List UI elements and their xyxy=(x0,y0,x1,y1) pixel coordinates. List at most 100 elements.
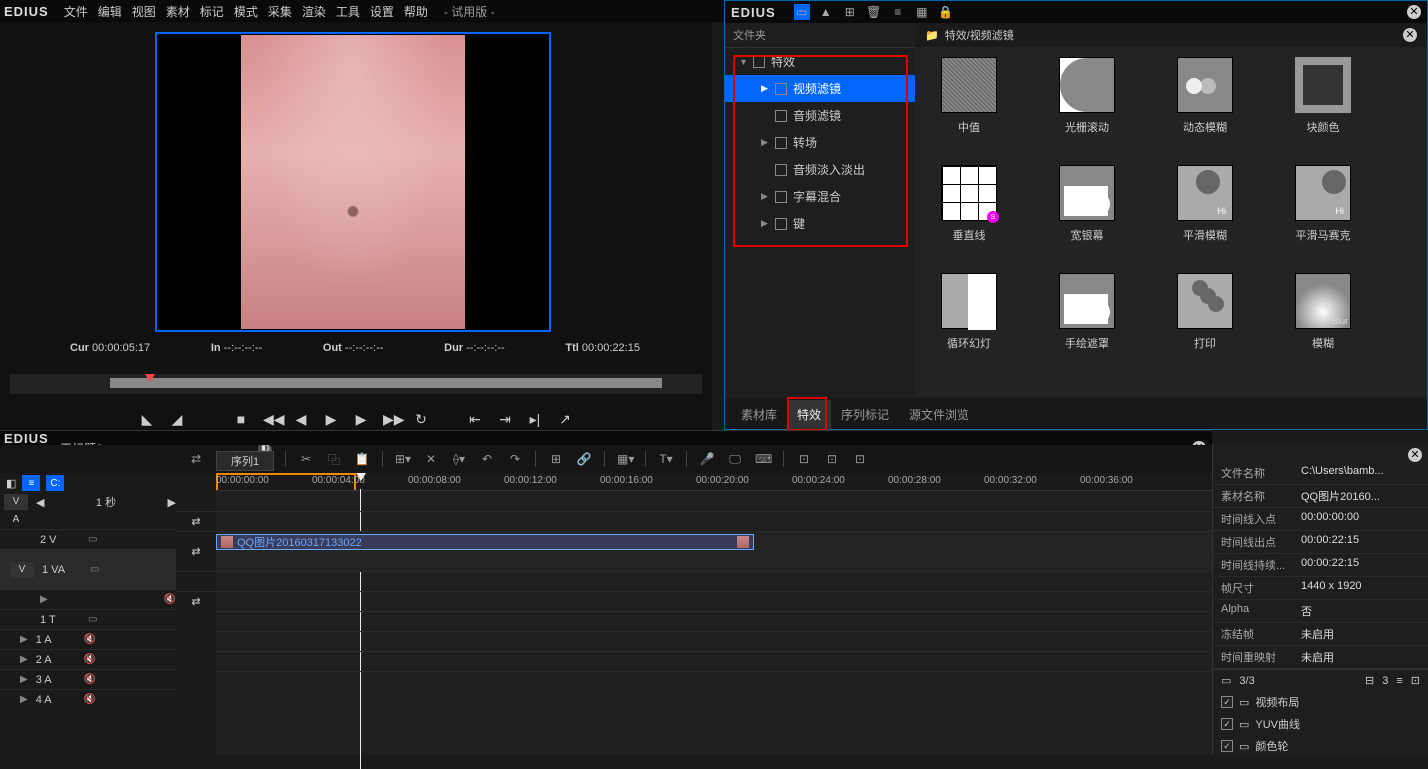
fx-motion-blur[interactable]: 动态模糊 xyxy=(1163,57,1247,135)
link-icon[interactable]: 🔗 xyxy=(576,452,592,466)
folder-new-icon[interactable]: ⊞ xyxy=(842,4,858,20)
fx-widescreen[interactable]: 宽银幕 xyxy=(1045,165,1129,243)
lock-icon[interactable]: 🔒 xyxy=(938,4,954,20)
check-yuv-curve[interactable]: ✓▭YUV曲线 xyxy=(1213,713,1428,735)
timeline-playhead[interactable] xyxy=(356,473,366,481)
more-icon[interactable]: ⊡ xyxy=(1411,674,1420,687)
track-2v[interactable]: 2 V▭ xyxy=(0,529,176,549)
paste-icon[interactable]: 📋 xyxy=(354,452,370,466)
stop-icon[interactable]: ■ xyxy=(233,411,249,427)
zoom-level[interactable]: 1 秒 xyxy=(44,494,167,510)
stack-icon[interactable]: ⊟ xyxy=(1365,674,1374,687)
track-1va[interactable]: V1 VA▭ xyxy=(0,549,176,589)
track-1t[interactable]: 1 T▭ xyxy=(0,609,176,629)
menu-render[interactable]: 渲染 xyxy=(297,3,331,20)
check-video-layout[interactable]: ✓▭视频布局 xyxy=(1213,691,1428,713)
track-2a[interactable]: ▶2 A🔇 xyxy=(0,649,176,669)
fx-vertical-line[interactable]: 垂直线 xyxy=(927,165,1011,243)
timeline-clip[interactable]: QQ图片20160317133022 xyxy=(216,534,754,550)
menu-clip[interactable]: 素材 xyxy=(161,3,195,20)
timeline-canvas[interactable]: 序列1 00:00:00:00 00:00:04:00 00:00:08:00 … xyxy=(216,473,1212,755)
tab-library[interactable]: 素材库 xyxy=(731,400,787,429)
rewind-icon[interactable]: ◀◀ xyxy=(263,411,279,428)
fforward-icon[interactable]: ▶▶ xyxy=(383,411,399,428)
menu-marker[interactable]: 标记 xyxy=(195,3,229,20)
fx-block-color[interactable]: 块颜色 xyxy=(1281,57,1365,135)
goto-icon[interactable]: ▸| xyxy=(527,411,543,428)
tree-root-effects[interactable]: ▼特效 xyxy=(725,48,915,75)
grid-icon[interactable]: ▦ xyxy=(914,4,930,20)
fx-slideshow[interactable]: 循环幻灯 xyxy=(927,273,1011,351)
export2-icon[interactable]: ⊡ xyxy=(824,452,840,466)
sequence-tab[interactable]: 序列1 xyxy=(216,451,274,471)
tree-video-filters[interactable]: ▶视频滤镜 xyxy=(725,75,915,102)
mode-e-icon[interactable]: ≡ xyxy=(22,475,40,491)
set-out-icon[interactable]: ◢ xyxy=(169,411,185,428)
menu-capture[interactable]: 采集 xyxy=(263,3,297,20)
tab-seq-markers[interactable]: 序列标记 xyxy=(831,400,899,429)
up-icon[interactable]: ▲ xyxy=(818,4,834,20)
export-icon[interactable]: ↗ xyxy=(557,411,573,428)
track-4a[interactable]: ▶4 A🔇 xyxy=(0,689,176,709)
keyboard-icon[interactable]: ⌨ xyxy=(755,452,771,466)
snap-icon[interactable]: ◧ xyxy=(6,477,16,490)
mark-in-icon[interactable]: ⇤ xyxy=(467,411,483,428)
tree-transitions[interactable]: ▶转场 xyxy=(725,129,915,156)
fx-smooth-blur[interactable]: 平滑模糊 xyxy=(1163,165,1247,243)
track-3a[interactable]: ▶3 A🔇 xyxy=(0,669,176,689)
track-1a[interactable]: ▶1 A🔇 xyxy=(0,629,176,649)
set-in-icon[interactable]: ◣ xyxy=(139,411,155,428)
play-icon[interactable]: ▶ xyxy=(323,411,339,428)
props-close-icon[interactable]: ✕ xyxy=(1408,448,1422,462)
menu-file[interactable]: 文件 xyxy=(59,3,93,20)
prev-frame-icon[interactable]: ◀ xyxy=(293,411,309,428)
redo-icon[interactable]: ↷ xyxy=(507,452,523,466)
title-icon[interactable]: T▾ xyxy=(658,452,674,466)
tree-keys[interactable]: ▶键 xyxy=(725,210,915,237)
v-patch[interactable]: V xyxy=(4,494,28,510)
tree-audio-fade[interactable]: 音频淡入淡出 xyxy=(725,156,915,183)
preview-viewport[interactable] xyxy=(155,32,551,332)
copy-icon[interactable]: ⿻ xyxy=(326,451,342,468)
scrub-playhead[interactable] xyxy=(145,374,155,382)
menu-tools[interactable]: 工具 xyxy=(331,3,365,20)
menu-view[interactable]: 视图 xyxy=(127,3,161,20)
fx-raster[interactable]: 光栅滚动 xyxy=(1045,57,1129,135)
undo-icon[interactable]: ↶ xyxy=(479,452,495,466)
monitor-icon[interactable]: 🖵 xyxy=(727,452,743,467)
fx-blur[interactable]: 模糊 xyxy=(1281,273,1365,351)
export1-icon[interactable]: ⊡ xyxy=(796,452,812,466)
panel-close-icon[interactable]: ✕ xyxy=(1407,5,1421,19)
split-icon[interactable]: ⟠▾ xyxy=(451,452,467,466)
render-icon[interactable]: ▦▾ xyxy=(617,452,633,466)
fx-hand-mask[interactable]: 手绘遮罩 xyxy=(1045,273,1129,351)
tab-source-browse[interactable]: 源文件浏览 xyxy=(899,400,979,429)
menu-help[interactable]: 帮助 xyxy=(399,3,433,20)
scrub-bar[interactable] xyxy=(10,374,702,394)
a-patch[interactable]: A xyxy=(4,512,28,528)
zoom-prev-icon[interactable]: ◀ xyxy=(36,496,44,509)
paste-insert-icon[interactable]: ⊞▾ xyxy=(395,452,411,466)
tool-switch-icon[interactable]: ⇄ xyxy=(188,452,204,466)
menu-edit[interactable]: 编辑 xyxy=(93,3,127,20)
tree-title-mix[interactable]: ▶字幕混合 xyxy=(725,183,915,210)
folder-icon[interactable]: ▭ xyxy=(794,4,810,20)
menu-mode[interactable]: 模式 xyxy=(229,3,263,20)
export3-icon[interactable]: ⊡ xyxy=(852,452,868,466)
fx-smooth-mosaic[interactable]: 平滑马赛克 xyxy=(1281,165,1365,243)
tab-effects[interactable]: 特效 xyxy=(787,400,831,429)
mode-c-icon[interactable]: C: xyxy=(46,475,64,491)
mark-out-icon[interactable]: ⇥ xyxy=(497,411,513,428)
list-icon[interactable]: ≡ xyxy=(890,4,906,20)
mic-icon[interactable]: 🎤 xyxy=(699,452,715,466)
crumb-close-icon[interactable]: ✕ xyxy=(1403,28,1417,42)
tree-audio-filters[interactable]: 音频滤镜 xyxy=(725,102,915,129)
group-icon[interactable]: ⊞ xyxy=(548,452,564,466)
timeline-ruler[interactable]: 00:00:00:00 00:00:04:00 00:00:08:00 00:0… xyxy=(216,473,1212,491)
next-frame-icon[interactable]: ▶ xyxy=(353,411,369,428)
loop-icon[interactable]: ↻ xyxy=(413,411,429,428)
fx-median[interactable]: 中值 xyxy=(927,57,1011,135)
layers-icon[interactable]: ▭ xyxy=(1221,674,1231,687)
list2-icon[interactable]: ≡ xyxy=(1396,675,1402,687)
menu-settings[interactable]: 设置 xyxy=(365,3,399,20)
